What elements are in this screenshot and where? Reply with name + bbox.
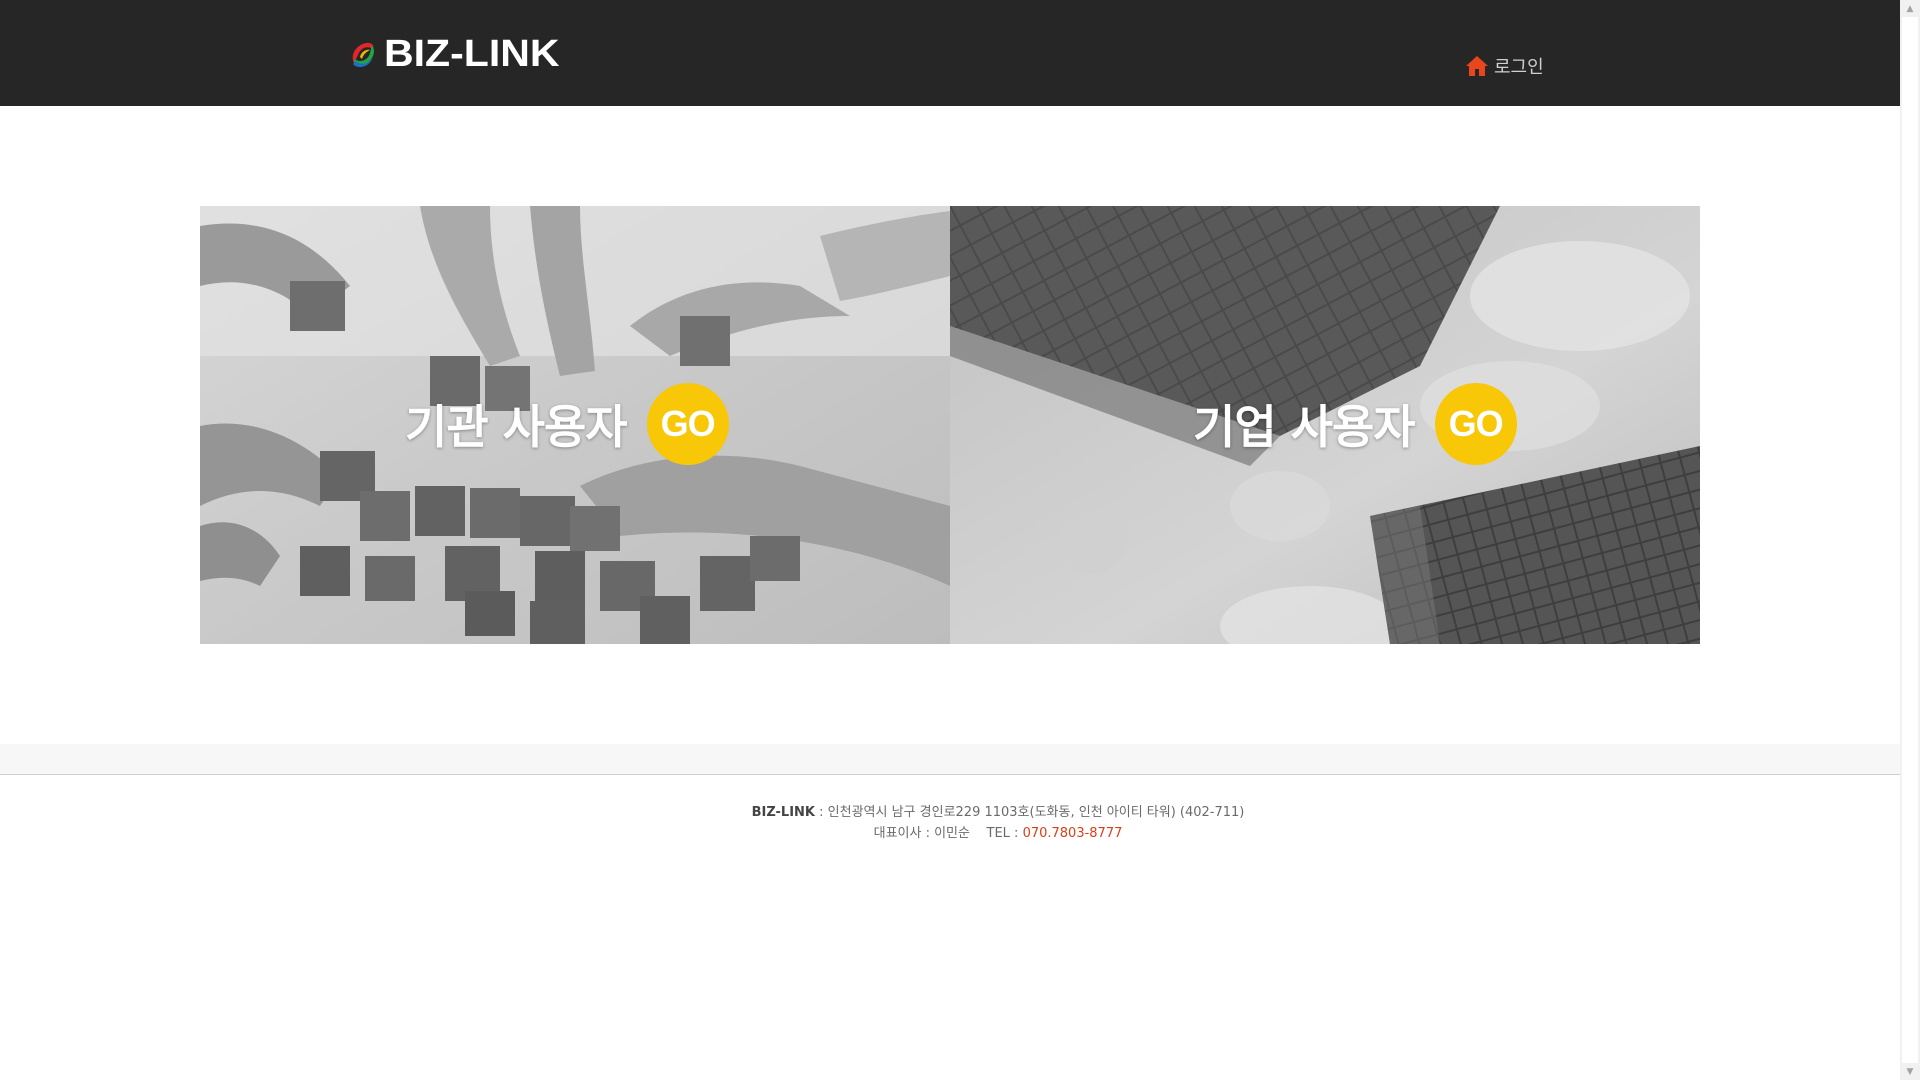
footer-tel[interactable]: 070.7803-8777: [1023, 826, 1123, 841]
vertical-scrollbar[interactable]: ▲ ▼: [1900, 0, 1920, 1080]
footer-tel-label: TEL :: [986, 826, 1023, 841]
footer-address-line: BIZ-LINK : 인천광역시 남구 경인로229 1103호(도화동, 인천…: [0, 802, 1920, 823]
company-user-banner[interactable]: 기업 사용자 GO: [950, 206, 1700, 644]
home-icon: [1466, 56, 1488, 76]
user-type-banners: 기관 사용자 GO 기업 사용자 GO: [200, 206, 1700, 644]
login-link[interactable]: 로그인: [1465, 53, 1544, 79]
top-header: BIZ-LINK 로그인: [0, 0, 1900, 106]
footer-ceo: 대표이사 : 이민순: [873, 826, 970, 841]
company-user-text: 기업 사용자: [1193, 400, 1416, 454]
page: BIZ-LINK 로그인 기관 사용자 GO 기업 사용자 GO BIZ-LIN…: [0, 0, 1900, 1080]
login-label: 로그인: [1494, 57, 1544, 78]
scroll-up-arrow-icon[interactable]: ▲: [1900, 0, 1920, 17]
footer-info: BIZ-LINK : 인천광역시 남구 경인로229 1103호(도화동, 인천…: [0, 802, 1920, 844]
company-user-label: 기업 사용자 GO: [1193, 383, 1517, 465]
biz-link-logo[interactable]: BIZ-LINK: [348, 35, 560, 73]
institution-user-text: 기관 사용자: [405, 400, 628, 454]
company-go-button[interactable]: GO: [1434, 383, 1517, 465]
footer-address: : 인천광역시 남구 경인로229 1103호(도화동, 인천 아이티 타워) …: [815, 805, 1245, 820]
footer-divider-band: [0, 744, 1900, 775]
institution-user-label: 기관 사용자 GO: [405, 383, 729, 465]
scroll-down-arrow-icon[interactable]: ▼: [1900, 1063, 1920, 1080]
institution-go-button[interactable]: GO: [646, 383, 729, 465]
logo-text: BIZ-LINK: [384, 33, 560, 75]
footer-brand: BIZ-LINK: [751, 805, 816, 820]
footer-contact-line: 대표이사 : 이민순 TEL : 070.7803-8777: [0, 823, 1920, 844]
scrollbar-thumb[interactable]: [1902, 17, 1918, 1063]
institution-user-banner[interactable]: 기관 사용자 GO: [200, 206, 950, 644]
logo-swirl-icon: [352, 42, 374, 68]
